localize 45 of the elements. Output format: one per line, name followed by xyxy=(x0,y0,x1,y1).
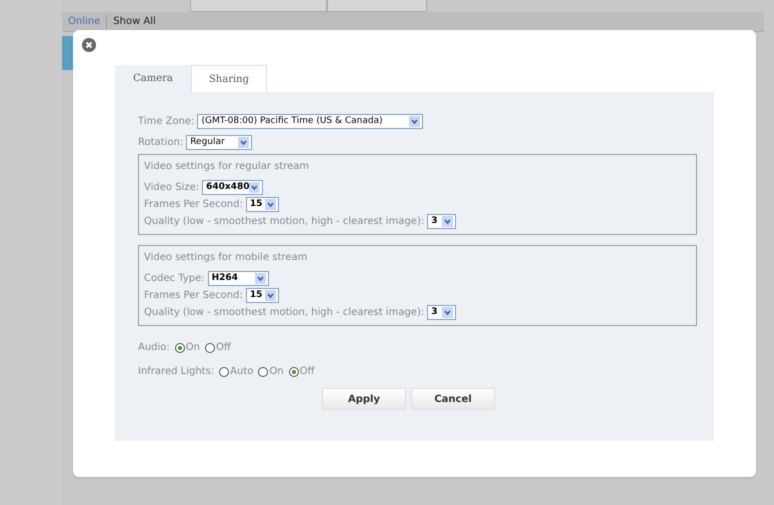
radio-group-label: Infrared Lights: xyxy=(138,365,214,379)
chevron-down-icon xyxy=(409,116,420,127)
field-label: Frames Per Second: xyxy=(144,198,243,212)
dropdown[interactable]: 3 xyxy=(427,305,456,320)
chevron-down-icon xyxy=(442,307,454,318)
radio-button[interactable] xyxy=(219,366,230,376)
dropdown[interactable]: H264 xyxy=(208,271,269,286)
field-label: Video Size: xyxy=(144,181,200,195)
radio-group-label: Audio: xyxy=(138,341,170,355)
close-icon[interactable] xyxy=(82,38,96,52)
field-label: Frames Per Second: xyxy=(144,289,243,303)
filter-link[interactable]: Show All xyxy=(113,14,156,29)
dropdown[interactable]: 640x480 xyxy=(202,180,264,195)
field-label: Time Zone: xyxy=(138,115,194,129)
chevron-down-icon xyxy=(442,216,454,227)
chevron-down-icon xyxy=(264,290,276,301)
tab[interactable]: Sharing xyxy=(191,65,267,92)
button[interactable]: Cancel xyxy=(411,388,495,410)
chevron-down-icon xyxy=(264,199,276,210)
radio-label: Off xyxy=(300,365,314,379)
radio-label: On xyxy=(269,365,284,379)
radio-label: Auto xyxy=(230,365,254,379)
dropdown[interactable]: 15 xyxy=(246,197,279,212)
dropdown[interactable]: 3 xyxy=(427,214,456,229)
button[interactable]: Apply xyxy=(322,388,406,410)
dropdown[interactable]: (GMT-08:00) Pacific Time (US & Canada) xyxy=(197,114,424,129)
chevron-down-icon xyxy=(238,137,250,148)
group-title: Video settings for mobile stream xyxy=(144,251,308,265)
chevron-down-icon xyxy=(249,182,260,193)
radio-button[interactable] xyxy=(288,366,299,376)
tab[interactable]: Camera xyxy=(115,65,191,92)
list-item-background xyxy=(62,36,74,70)
field-label: Quality (low - smoothest motion, high - clearest image): xyxy=(144,306,424,320)
field-label: Rotation: xyxy=(138,136,184,150)
chevron-down-icon xyxy=(254,273,266,284)
radio-button[interactable] xyxy=(205,342,216,352)
dropdown[interactable]: 15 xyxy=(246,288,279,303)
radio-label: On xyxy=(186,341,200,355)
group-title: Video settings for regular stream xyxy=(144,160,310,174)
radio-label: Off xyxy=(216,341,231,355)
field-label: Codec Type: xyxy=(144,272,205,286)
field-label: Quality (low - smoothest motion, high - clearest image): xyxy=(144,215,424,229)
radio-button[interactable] xyxy=(174,342,185,352)
dropdown[interactable]: Regular xyxy=(186,135,252,150)
radio-button[interactable] xyxy=(258,366,268,376)
